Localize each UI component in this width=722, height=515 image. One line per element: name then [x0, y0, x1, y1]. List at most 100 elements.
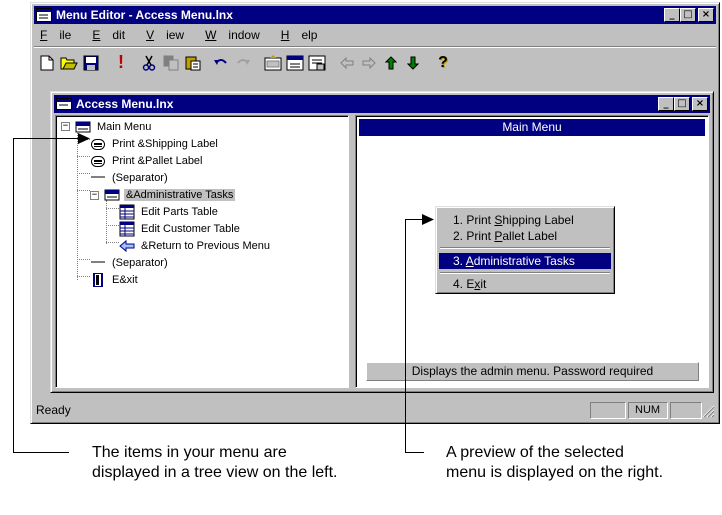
- open-folder-icon: [60, 57, 78, 70]
- preview-item-admin-tasks[interactable]: 3. Administrative Tasks: [439, 253, 611, 269]
- move-up-button[interactable]: [380, 52, 402, 73]
- help-icon[interactable]: ?: [432, 52, 454, 73]
- tree-item-separator[interactable]: (Separator): [90, 254, 170, 271]
- tree-item-admin-tasks[interactable]: &Administrative Tasks: [104, 186, 236, 203]
- undo-button[interactable]: [210, 52, 232, 73]
- preview-item-text: 1. Print: [453, 213, 495, 227]
- paste-button[interactable]: [182, 52, 204, 73]
- tree-item-edit-parts[interactable]: Edit Parts Table: [119, 203, 220, 220]
- move-left-button[interactable]: [336, 52, 358, 73]
- exit-door-icon: [90, 272, 106, 288]
- callout-arrow-left-icon: [78, 133, 90, 144]
- menu-window-mnemonic: W: [205, 28, 217, 42]
- menu-file-mnemonic: F: [40, 28, 48, 42]
- tree-line: [77, 130, 78, 280]
- menu-edit[interactable]: Edit: [83, 28, 137, 42]
- document-title: Access Menu.lnx: [76, 97, 174, 111]
- cut-button[interactable]: [138, 52, 160, 73]
- insert-submenu-icon: [286, 55, 304, 70]
- menu-edit-mnemonic: E: [92, 28, 101, 42]
- preview-item-text: 2. Print: [453, 229, 495, 243]
- minimize-button[interactable]: _: [664, 8, 680, 22]
- tree-item-return[interactable]: &Return to Previous Menu: [119, 237, 272, 254]
- table-icon: [119, 204, 135, 220]
- menu-view-mnemonic: V: [146, 28, 155, 42]
- tree-item-print-shipping[interactable]: Print &Shipping Label: [90, 135, 220, 152]
- caption-right-line2: menu is displayed on the right.: [446, 464, 664, 481]
- new-file-button[interactable]: [36, 52, 58, 73]
- callout-line-left: [13, 452, 69, 453]
- menu-edit-label: dit: [112, 28, 126, 42]
- menu-help[interactable]: Help: [272, 28, 330, 42]
- undo-icon: [214, 58, 227, 65]
- tree-line: [106, 225, 119, 226]
- preview-item-print-pallet[interactable]: 2. Print Pallet Label: [439, 228, 611, 244]
- tree-line: [77, 259, 90, 260]
- menu-window[interactable]: Window: [196, 28, 272, 42]
- preview-item-print-shipping[interactable]: 1. Print Shipping Label: [439, 212, 611, 228]
- status-panel-empty: [590, 402, 626, 419]
- tree-line: [77, 173, 90, 174]
- preview-header: Main Menu: [359, 119, 705, 136]
- move-right-button[interactable]: [358, 52, 380, 73]
- tree-line: [106, 242, 119, 243]
- tree-line: [77, 156, 90, 157]
- menu-help-mnemonic: H: [280, 28, 290, 42]
- preview-item-text: hipping Label: [502, 213, 574, 227]
- new-file-icon: [40, 55, 54, 70]
- tree-item-edit-customer[interactable]: Edit Customer Table: [119, 220, 242, 237]
- save-button[interactable]: [80, 52, 102, 73]
- menu-help-label: elp: [301, 28, 318, 42]
- doc-minimize-button[interactable]: _: [658, 97, 674, 111]
- submenu-icon: [104, 187, 120, 203]
- status-num: NUM: [628, 402, 668, 419]
- resize-grip-icon[interactable]: [701, 404, 715, 418]
- redo-icon: [237, 58, 250, 65]
- callout-line-right: [405, 219, 406, 452]
- maximize-button[interactable]: □: [680, 8, 696, 22]
- document-icon: [56, 97, 72, 111]
- tree-item-exit[interactable]: E&xit: [90, 271, 140, 288]
- menu-preview-pane: Main Menu 1. Print Shipping Label 2. Pri…: [355, 115, 709, 388]
- collapse-main-menu[interactable]: −: [61, 122, 70, 131]
- menu-file[interactable]: File: [34, 28, 83, 42]
- menu-file-label: ile: [59, 28, 72, 42]
- open-button[interactable]: [58, 52, 80, 73]
- caption-left-line2: displayed in a tree view on the left.: [92, 464, 338, 481]
- save-icon: [83, 55, 99, 70]
- preview-item-text: 3.: [453, 254, 466, 268]
- tree-line: [77, 190, 90, 191]
- collapse-admin-tasks[interactable]: −: [90, 191, 99, 200]
- caption-left-line1: The items in your menu are: [92, 444, 287, 461]
- tree-item-separator[interactable]: (Separator): [90, 169, 170, 186]
- redo-button[interactable]: [232, 52, 254, 73]
- toolbar: ! ?: [34, 46, 716, 74]
- insert-item-icon: [264, 54, 282, 70]
- tree-item-print-pallet[interactable]: Print &Pallet Label: [90, 152, 205, 169]
- insert-item-button[interactable]: [262, 52, 284, 73]
- separator-icon: [90, 255, 106, 271]
- arrow-up-icon: [385, 55, 397, 69]
- preview-separator: [440, 272, 610, 274]
- tree-item-label: Print &Pallet Label: [112, 154, 203, 167]
- properties-button[interactable]: [306, 52, 328, 73]
- menu-bar: File Edit View Window Help: [34, 26, 716, 44]
- exclamation-icon[interactable]: !: [110, 52, 132, 73]
- move-down-button[interactable]: [402, 52, 424, 73]
- preview-item-exit[interactable]: 4. Exit: [439, 276, 611, 292]
- tree-item-label: (Separator): [112, 171, 168, 184]
- preview-item-text: allet Label: [502, 229, 558, 243]
- doc-close-button[interactable]: ×: [692, 97, 708, 111]
- preview-item-text: dministrative Tasks: [473, 254, 575, 268]
- cut-icon: [142, 55, 156, 71]
- menu-tree-view[interactable]: − − Main Menu Print &Shipping Label Prin…: [55, 115, 349, 388]
- paste-icon: [185, 56, 201, 70]
- close-button[interactable]: ×: [698, 8, 714, 22]
- menu-view[interactable]: View: [137, 28, 196, 42]
- copy-button[interactable]: [160, 52, 182, 73]
- app-title-bar[interactable]: Menu Editor - Access Menu.lnx _ □ ×: [34, 6, 716, 24]
- insert-submenu-button[interactable]: [284, 52, 306, 73]
- caption-left: The items in your menu are displayed in …: [92, 443, 337, 483]
- document-title-bar[interactable]: Access Menu.lnx _ □ ×: [54, 95, 710, 113]
- doc-maximize-button[interactable]: □: [674, 97, 690, 111]
